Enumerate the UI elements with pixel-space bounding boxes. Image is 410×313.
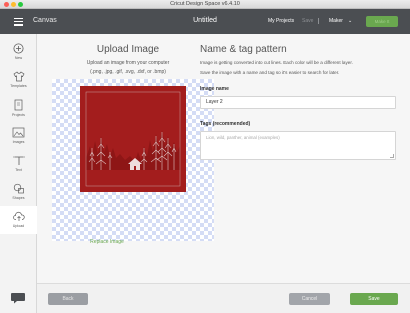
sidebar-item-label: Images (12, 140, 25, 144)
sidebar-item-new[interactable]: New (0, 38, 37, 66)
tags-textarea[interactable]: Lion, wild, panther, animal (examples) (200, 131, 396, 160)
chevron-down-icon[interactable]: ⌄ (348, 18, 352, 24)
upload-title: Upload Image (96, 44, 160, 55)
sidebar-item-label: Templates (10, 84, 27, 88)
conversion-description: Image is getting converted into cut line… (200, 60, 353, 65)
my-projects-link[interactable]: My Projects (268, 18, 294, 24)
window-titlebar: Cricut Design Space v6.4.10 (0, 0, 410, 9)
sidebar-item-images[interactable]: Images (0, 122, 37, 150)
window-title: Cricut Design Space v6.4.10 (170, 1, 240, 7)
tags-placeholder: Lion, wild, panther, animal (examples) (206, 135, 280, 140)
sidebar-item-shapes[interactable]: Shapes (0, 178, 37, 206)
upload-icon (12, 211, 25, 221)
sidebar-item-templates[interactable]: Templates (0, 66, 37, 94)
upload-panel: Upload Image Upload an image from your c… (37, 34, 410, 313)
footer-bar: Back Cancel Save (37, 283, 410, 313)
app-window: Cricut Design Space v6.4.10 Canvas Untit… (0, 0, 410, 313)
replace-image-link[interactable]: Replace Image (37, 239, 177, 245)
plus-circle-icon (13, 43, 24, 54)
header-divider (318, 18, 319, 24)
chat-bubble-icon[interactable] (10, 292, 26, 304)
sidebar-item-label: Projects (12, 113, 25, 117)
sidebar-item-label: Text (15, 168, 22, 172)
save-description: Save the image with a name and tag so it… (200, 70, 340, 75)
save-button[interactable]: Save (350, 293, 398, 305)
left-sidebar: New Templates Projects Images Text Shape… (0, 34, 37, 313)
make-it-button[interactable]: Make It (366, 16, 398, 27)
back-button[interactable]: Back (48, 293, 88, 305)
name-tag-title: Name & tag pattern (200, 44, 287, 55)
sidebar-item-upload[interactable]: Upload (0, 206, 37, 234)
resize-handle-icon[interactable] (390, 154, 394, 158)
upload-subtitle: Upload an image from your computer (86, 60, 170, 66)
app-header: Canvas Untitled My Projects Save Maker ⌄… (0, 9, 410, 34)
projects-icon (14, 99, 23, 111)
image-name-label: Image name (200, 86, 229, 92)
sidebar-item-label: New (14, 56, 23, 60)
cancel-button[interactable]: Cancel (289, 293, 330, 305)
uploaded-image-preview (80, 86, 186, 192)
image-name-input[interactable]: Layer 2 (200, 96, 396, 109)
shirt-icon (13, 71, 24, 82)
sidebar-item-projects[interactable]: Projects (0, 94, 37, 122)
tags-label: Tags (recommended) (200, 121, 251, 127)
sidebar-item-text[interactable]: Text (0, 150, 37, 178)
sidebar-item-label: Upload (12, 224, 25, 228)
sidebar-item-label: Shapes (12, 196, 25, 200)
shapes-icon (13, 183, 24, 194)
images-icon (12, 127, 25, 138)
header-save-link[interactable]: Save (302, 18, 313, 24)
upload-column: Upload Image Upload an image from your c… (37, 34, 219, 284)
machine-selector[interactable]: Maker (329, 18, 343, 24)
upload-formats: (.png, .jpg, .gif, .svg, .dxf, or .bmp) (90, 69, 166, 75)
text-icon (13, 156, 24, 165)
